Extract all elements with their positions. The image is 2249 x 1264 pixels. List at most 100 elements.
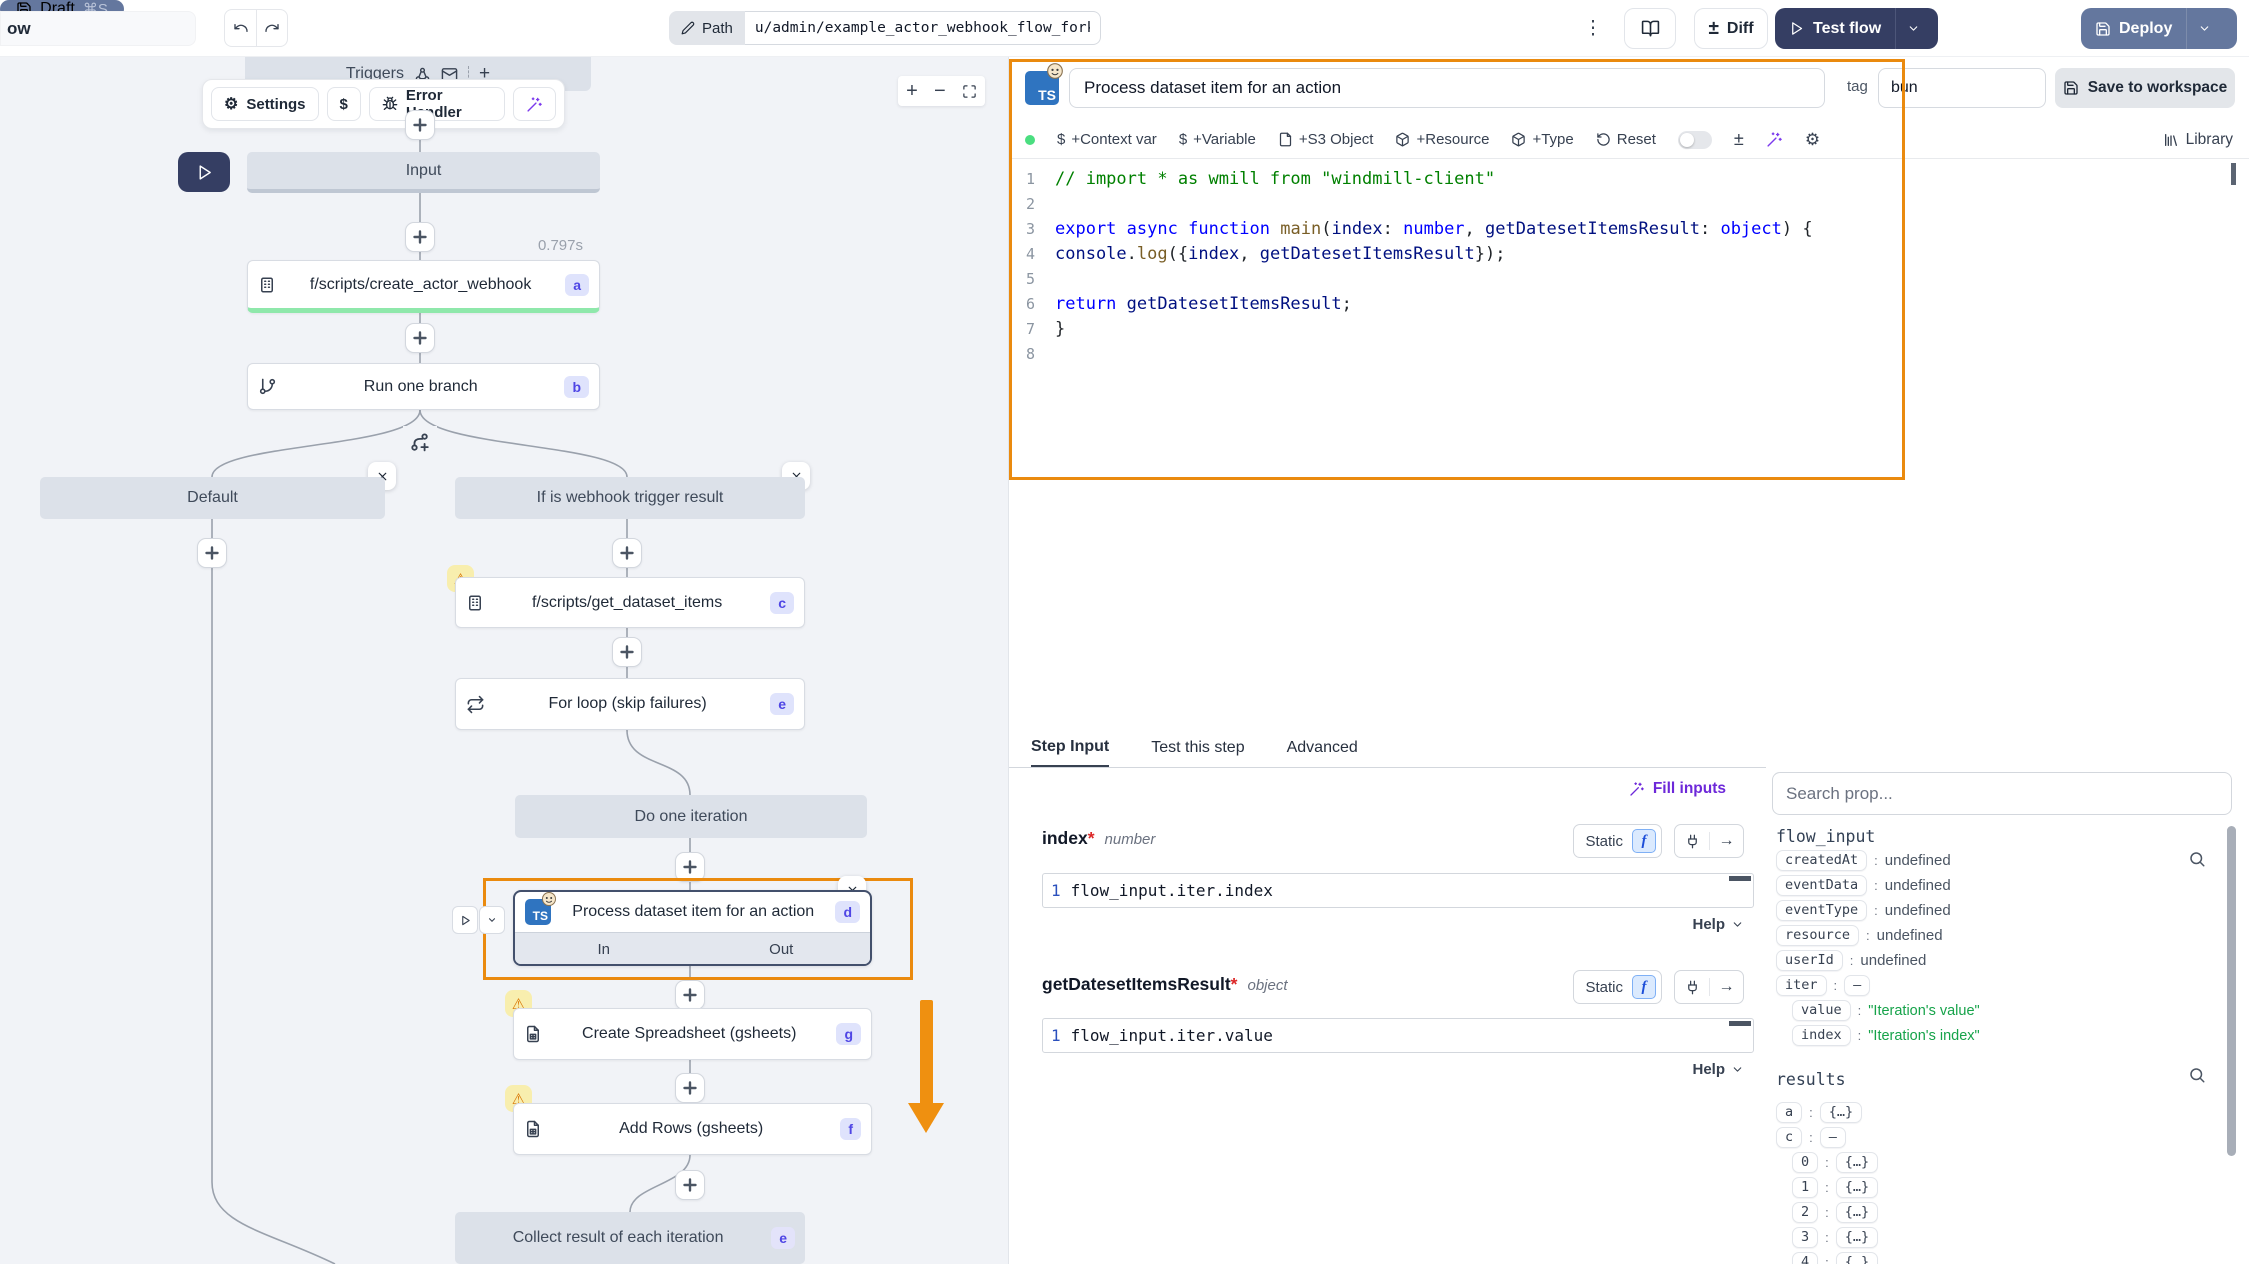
expression-mode-button[interactable]: f [1632, 829, 1656, 853]
node-add-rows[interactable]: Add Rows (gsheets) f [513, 1103, 872, 1155]
zoom-in-button[interactable]: + [906, 80, 918, 103]
code-line[interactable]: 5 [1009, 267, 2241, 292]
more-menu-button[interactable]: ⋮ [1580, 14, 1606, 42]
plus-minus-icon[interactable]: ± [1734, 129, 1744, 150]
prop-key[interactable]: a [1776, 1102, 1802, 1123]
redo-button[interactable] [256, 9, 288, 47]
expression-mode-button[interactable]: f [1632, 975, 1656, 999]
fit-view-button[interactable] [962, 84, 977, 99]
add-step-button[interactable] [675, 1073, 705, 1103]
variables-button[interactable]: $ [327, 87, 361, 121]
prop-key[interactable]: 1 [1792, 1177, 1818, 1198]
save-to-workspace-button[interactable]: Save to workspace [2055, 68, 2235, 108]
props-scrollbar[interactable] [2227, 826, 2236, 1156]
fill-inputs-button[interactable]: Fill inputs [1629, 780, 1726, 798]
deploy-button[interactable]: Deploy [2081, 8, 2237, 49]
help-button[interactable]: Help [1692, 916, 1744, 933]
arrow-right-button[interactable]: → [1709, 832, 1743, 850]
node-do-one-iteration[interactable]: Do one iteration [515, 795, 867, 838]
prop-key[interactable]: eventType [1776, 900, 1867, 921]
editor-scrollbar[interactable] [2231, 163, 2236, 185]
tag-input[interactable] [1878, 68, 2046, 108]
settings-button[interactable]: ⚙Settings [211, 87, 319, 121]
add-step-button[interactable] [197, 538, 227, 568]
code-line[interactable]: 7} [1009, 317, 2241, 342]
prop-value[interactable]: {…} [1820, 1102, 1862, 1123]
static-toggle[interactable]: Staticf [1573, 824, 1662, 858]
expr-input-index[interactable]: 1 flow_input.iter.index [1042, 873, 1754, 908]
prop-key[interactable]: 2 [1792, 1202, 1818, 1223]
library-button[interactable]: Library [2163, 131, 2233, 149]
run-flow-button[interactable] [178, 152, 230, 192]
prop-value[interactable]: {…} [1836, 1177, 1878, 1198]
node-get-dataset-items[interactable]: f/scripts/get_dataset_items c [455, 577, 805, 628]
add-variable-button[interactable]: $+Variable [1179, 131, 1256, 148]
expr-input-getdatesetitemsresult[interactable]: 1 flow_input.iter.value [1042, 1018, 1754, 1053]
ai-wand-button[interactable] [513, 87, 556, 121]
ai-wand-button[interactable] [1766, 131, 1783, 148]
editor-settings-button[interactable]: ⚙ [1805, 130, 1820, 150]
add-s3-object-button[interactable]: +S3 Object [1278, 131, 1374, 148]
node-input[interactable]: Input [247, 152, 600, 193]
prop-key[interactable]: 0 [1792, 1152, 1818, 1173]
prop-key[interactable]: iter [1776, 975, 1827, 996]
prop-key[interactable]: 4 [1792, 1252, 1818, 1264]
zoom-out-button[interactable]: − [934, 80, 946, 103]
prop-value[interactable]: {…} [1836, 1202, 1878, 1223]
flow-name-input[interactable]: ow [0, 11, 196, 46]
add-step-button[interactable] [405, 110, 435, 140]
add-type-button[interactable]: +Type [1511, 131, 1573, 148]
node-for-loop[interactable]: For loop (skip failures) e [455, 678, 805, 730]
prop-value[interactable]: {…} [1836, 1227, 1878, 1248]
prop-key[interactable]: 3 [1792, 1227, 1818, 1248]
flow-canvas[interactable]: Triggers + ⚙Settings $ Error Handler + − [0, 57, 1008, 1264]
reset-button[interactable]: Reset [1596, 131, 1656, 148]
node-in-tab[interactable]: In [515, 933, 693, 966]
step-menu-button[interactable] [479, 906, 505, 934]
test-flow-button[interactable]: Test flow [1775, 8, 1938, 49]
arrow-right-button[interactable]: → [1709, 978, 1743, 996]
add-context-var-button[interactable]: $+Context var [1057, 131, 1157, 148]
node-collect-result[interactable]: Collect result of each iteration e [455, 1212, 805, 1264]
tab-advanced[interactable]: Advanced [1287, 728, 1358, 767]
step-title-input[interactable] [1069, 68, 1825, 108]
add-branch-button[interactable] [403, 426, 437, 460]
search-prop-input[interactable] [1772, 772, 2232, 815]
prop-key[interactable]: resource [1776, 925, 1859, 946]
prop-value[interactable]: – [1820, 1127, 1846, 1148]
prop-value[interactable]: {…} [1836, 1252, 1878, 1264]
plug-icon[interactable] [1675, 834, 1709, 849]
add-step-button[interactable] [612, 637, 642, 667]
prop-key[interactable]: index [1792, 1025, 1851, 1046]
node-create-actor-webhook[interactable]: f/scripts/create_actor_webhook a [247, 260, 600, 313]
node-create-spreadsheet[interactable]: Create Spreadsheet (gsheets) g [513, 1008, 872, 1060]
plug-icon[interactable] [1675, 980, 1709, 995]
code-line[interactable]: 6 return getDatesetItemsResult; [1009, 292, 2241, 317]
tab-step-input[interactable]: Step Input [1031, 728, 1109, 767]
path-input[interactable] [745, 11, 1101, 45]
prop-value[interactable]: {…} [1836, 1152, 1878, 1173]
add-resource-button[interactable]: +Resource [1395, 131, 1489, 148]
node-branch-if-webhook[interactable]: If is webhook trigger result [455, 477, 805, 519]
diff-button[interactable]: ±Diff [1694, 8, 1768, 49]
code-line[interactable]: 8 [1009, 342, 2241, 367]
docs-button[interactable] [1624, 8, 1676, 49]
tab-test-this-step[interactable]: Test this step [1151, 728, 1244, 767]
help-button[interactable]: Help [1692, 1061, 1744, 1078]
test-flow-dropdown[interactable] [1895, 8, 1931, 49]
prop-key[interactable]: c [1776, 1127, 1802, 1148]
search-icon[interactable] [2188, 1066, 2206, 1084]
prop-key[interactable]: value [1792, 1000, 1851, 1021]
run-step-button[interactable] [452, 906, 478, 934]
undo-button[interactable] [224, 9, 256, 47]
node-out-tab[interactable]: Out [693, 933, 871, 966]
node-branch-default[interactable]: Default [40, 477, 385, 519]
code-line[interactable]: 4 console.log({index, getDatesetItemsRes… [1009, 242, 2241, 267]
add-step-button[interactable] [675, 1170, 705, 1200]
diff-toggle[interactable] [1678, 131, 1712, 149]
static-toggle[interactable]: Staticf [1573, 970, 1662, 1004]
prop-key[interactable]: userId [1776, 950, 1843, 971]
add-step-button[interactable] [405, 323, 435, 353]
error-handler-button[interactable]: Error Handler [369, 87, 505, 121]
prop-value[interactable]: – [1844, 975, 1870, 996]
